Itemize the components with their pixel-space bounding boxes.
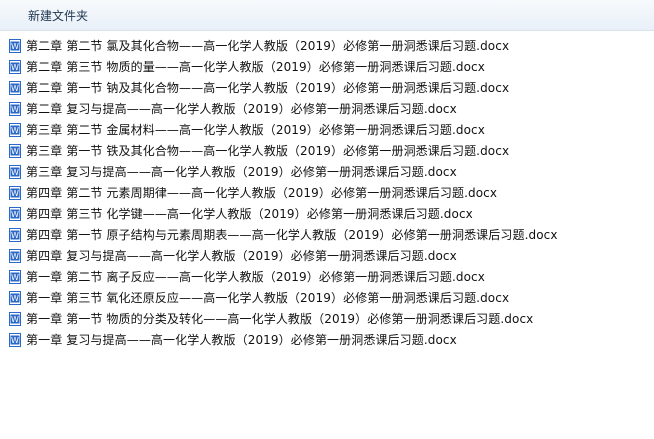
new-folder-button[interactable]: 新建文件夹 [21,7,95,25]
word-document-icon: W [9,228,21,242]
word-document-icon: W [9,165,21,179]
word-document-icon: W [9,270,21,284]
svg-text:W: W [11,336,19,345]
explorer-toolbar: 新建文件夹 [0,0,654,31]
word-document-icon: W [9,249,21,263]
word-document-icon: W [9,207,21,221]
word-document-icon: W [9,312,21,326]
svg-text:W: W [11,294,19,303]
word-document-icon: W [9,102,21,116]
svg-text:W: W [11,105,19,114]
file-name: 第一章 第二节 离子反应——高一化学人教版（2019）必修第一册洞悉课后习题.d… [26,270,485,284]
word-document-icon: W [9,60,21,74]
svg-text:W: W [11,189,19,198]
word-document-icon: W [9,39,21,53]
file-name: 第三章 第二节 金属材料——高一化学人教版（2019）必修第一册洞悉课后习题.d… [26,123,485,137]
file-name: 第四章 复习与提高——高一化学人教版（2019）必修第一册洞悉课后习题.docx [26,249,457,263]
svg-text:W: W [11,252,19,261]
svg-text:W: W [11,126,19,135]
svg-text:W: W [11,210,19,219]
svg-text:W: W [11,147,19,156]
file-name: 第二章 复习与提高——高一化学人教版（2019）必修第一册洞悉课后习题.docx [26,102,457,116]
file-list: W 第二章 第二节 氯及其化合物——高一化学人教版（2019）必修第一册洞悉课后… [0,31,654,439]
word-document-icon: W [9,333,21,347]
file-name: 第四章 第二节 元素周期律——高一化学人教版（2019）必修第一册洞悉课后习题.… [26,186,498,200]
word-document-icon: W [9,81,21,95]
svg-text:W: W [11,273,19,282]
word-document-icon: W [9,291,21,305]
file-name: 第一章 第三节 氧化还原反应——高一化学人教版（2019）必修第一册洞悉课后习题… [26,291,510,305]
file-name: 第四章 第三节 化学键——高一化学人教版（2019）必修第一册洞悉课后习题.do… [26,207,473,221]
file-name: 第三章 复习与提高——高一化学人教版（2019）必修第一册洞悉课后习题.docx [26,165,457,179]
file-name: 第三章 第一节 铁及其化合物——高一化学人教版（2019）必修第一册洞悉课后习题… [26,144,510,158]
svg-text:W: W [11,63,19,72]
file-name: 第二章 第二节 氯及其化合物——高一化学人教版（2019）必修第一册洞悉课后习题… [26,39,510,53]
svg-text:W: W [11,168,19,177]
word-document-icon: W [9,123,21,137]
file-name: 第二章 第一节 钠及其化合物——高一化学人教版（2019）必修第一册洞悉课后习题… [26,81,510,95]
word-document-icon: W [9,144,21,158]
file-name: 第四章 第一节 原子结构与元素周期表——高一化学人教版（2019）必修第一册洞悉… [26,228,558,242]
file-name: 第二章 第三节 物质的量——高一化学人教版（2019）必修第一册洞悉课后习题.d… [26,60,485,74]
svg-text:W: W [11,315,19,324]
svg-text:W: W [11,42,19,51]
file-name: 第一章 第一节 物质的分类及转化——高一化学人教版（2019）必修第一册洞悉课后… [26,312,534,326]
word-document-icon: W [9,186,21,200]
svg-text:W: W [11,84,19,93]
file-name: 第一章 复习与提高——高一化学人教版（2019）必修第一册洞悉课后习题.docx [26,333,457,347]
svg-text:W: W [11,231,19,240]
